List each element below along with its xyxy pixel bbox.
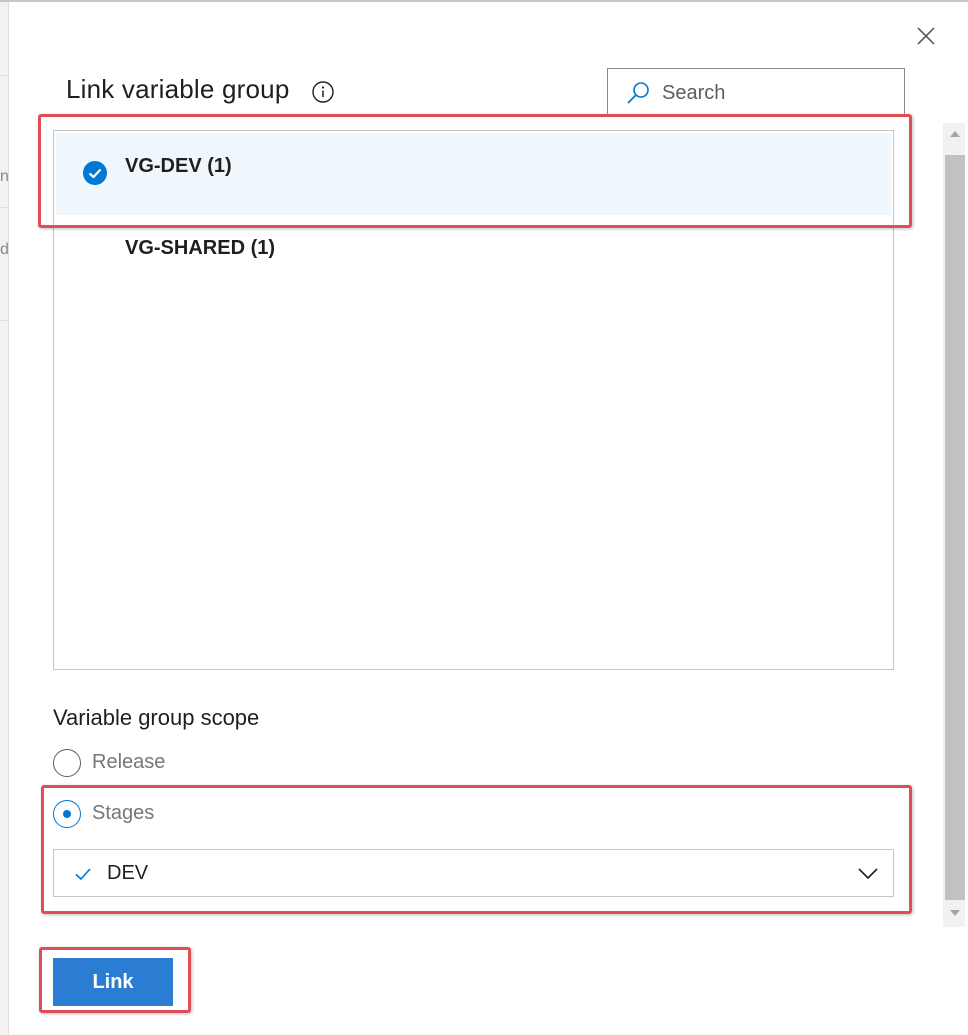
scroll-up-icon[interactable] — [949, 129, 961, 139]
background-divider — [0, 75, 8, 76]
close-icon — [917, 27, 935, 45]
scope-section-title: Variable group scope — [53, 705, 260, 730]
list-item-vg-dev[interactable]: VG-DEV (1) — [56, 133, 891, 215]
dropdown-selected-value: DEV — [107, 862, 149, 884]
list-item-label: VG-DEV (1) — [125, 155, 232, 177]
stages-dropdown[interactable]: DEV — [53, 849, 894, 897]
radio-button[interactable] — [53, 749, 81, 777]
radio-label: Release — [92, 751, 166, 773]
list-item-vg-shared[interactable]: VG-SHARED (1) — [56, 215, 891, 297]
search-box[interactable] — [607, 68, 905, 116]
background-divider — [0, 320, 8, 321]
close-button[interactable] — [912, 22, 940, 50]
scrollbar-thumb[interactable] — [945, 155, 965, 900]
checkmark-icon — [73, 864, 93, 889]
search-input[interactable] — [662, 81, 882, 105]
radio-label: Stages — [92, 802, 155, 824]
background-divider — [0, 207, 8, 208]
background-text-fragment: d — [0, 241, 9, 258]
scroll-down-icon[interactable] — [949, 908, 961, 918]
check-circle-icon — [82, 160, 108, 191]
dialog-title: Link variable group — [66, 74, 290, 104]
link-button[interactable]: Link — [53, 958, 173, 1006]
background-page: n d — [0, 0, 9, 1035]
chevron-down-icon — [857, 865, 879, 886]
list-item-label: VG-SHARED (1) — [125, 237, 276, 259]
info-icon[interactable] — [311, 80, 335, 104]
search-icon — [625, 80, 651, 111]
radio-button[interactable] — [53, 800, 81, 828]
variable-group-list: VG-DEV (1) VG-SHARED (1) — [53, 130, 894, 670]
dialog-top-border — [0, 0, 968, 2]
background-text-fragment: n — [0, 168, 9, 185]
